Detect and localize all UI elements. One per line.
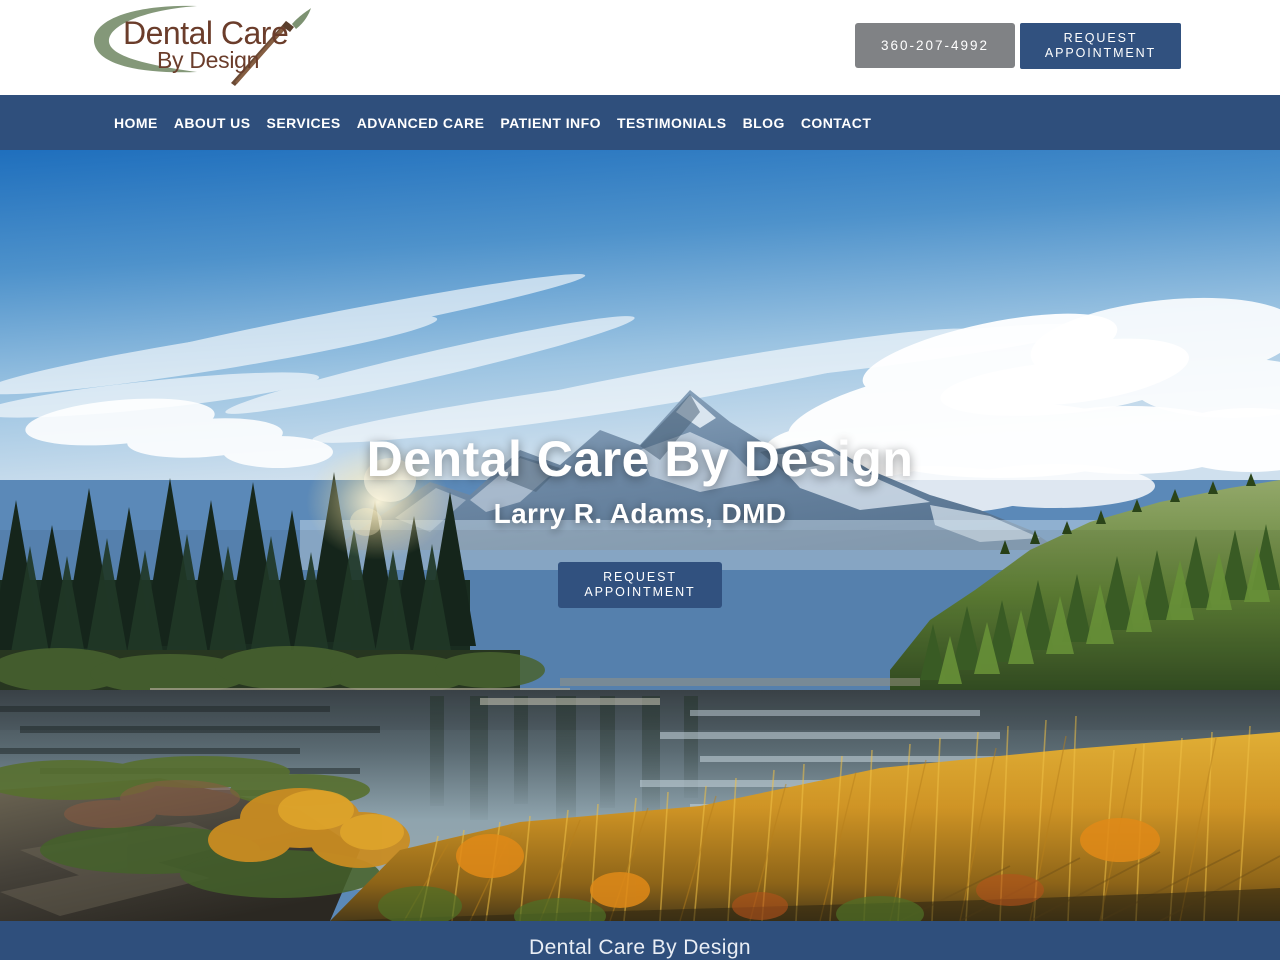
- header-actions: 360-207-4992 REQUEST APPOINTMENT: [855, 23, 1181, 69]
- nav-item-contact[interactable]: CONTACT: [793, 115, 880, 131]
- logo-icon: Dental Care By Design: [93, 5, 311, 86]
- site-logo[interactable]: Dental Care By Design: [85, 2, 320, 90]
- request-appointment-button-hero[interactable]: REQUEST APPOINTMENT: [558, 562, 722, 608]
- nav-item-services[interactable]: SERVICES: [259, 115, 349, 131]
- logo-text-secondary: By Design: [157, 47, 259, 73]
- hero-background-image: [0, 150, 1280, 921]
- hero-section: Dental Care By Design Larry R. Adams, DM…: [0, 150, 1280, 921]
- top-header: Dental Care By Design 360-207-4992 REQUE…: [0, 0, 1280, 95]
- request-appointment-button-header[interactable]: REQUEST APPOINTMENT: [1020, 23, 1181, 69]
- site-footer: Dental Care By Design: [0, 921, 1280, 960]
- nav-item-testimonials[interactable]: TESTIMONIALS: [609, 115, 735, 131]
- nav-item-about-us[interactable]: ABOUT US: [166, 115, 259, 131]
- main-navigation: HOME ABOUT US SERVICES ADVANCED CARE PAT…: [0, 95, 1280, 150]
- logo-text-primary: Dental Care: [123, 15, 288, 51]
- nav-item-blog[interactable]: BLOG: [735, 115, 793, 131]
- nav-item-advanced-care[interactable]: ADVANCED CARE: [349, 115, 493, 131]
- footer-title: Dental Care By Design: [529, 936, 751, 959]
- nav-list: HOME ABOUT US SERVICES ADVANCED CARE PAT…: [106, 115, 879, 131]
- nav-item-patient-info[interactable]: PATIENT INFO: [492, 115, 609, 131]
- nav-item-home[interactable]: HOME: [106, 115, 166, 131]
- phone-button[interactable]: 360-207-4992: [855, 23, 1015, 68]
